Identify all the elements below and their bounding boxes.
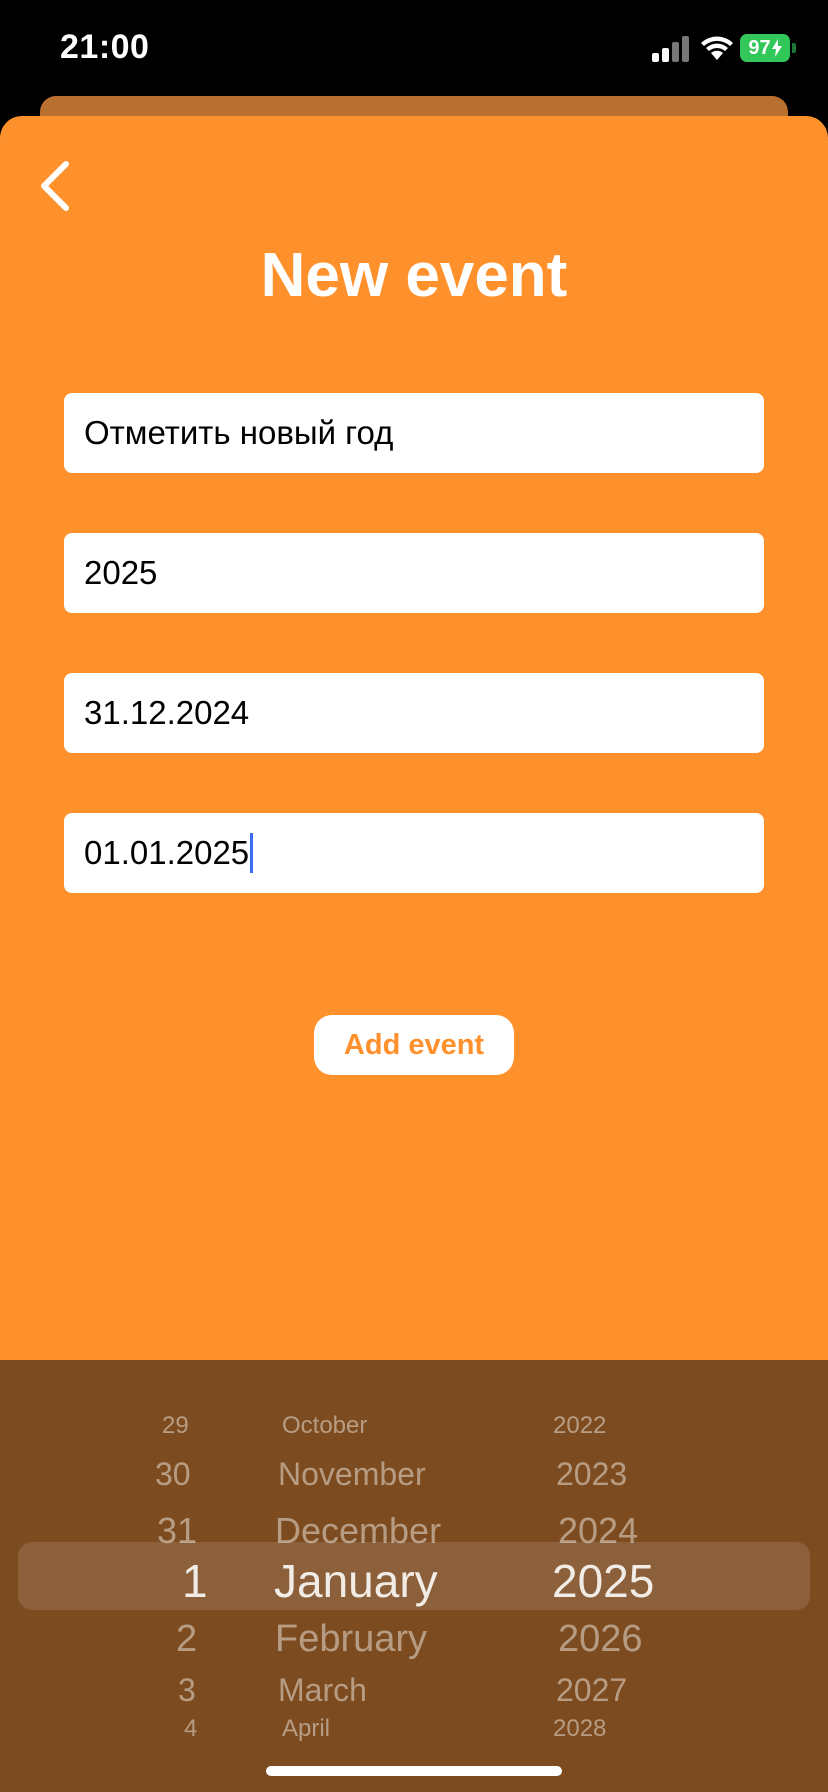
picker-month-option[interactable]: November <box>278 1456 426 1493</box>
picker-day-option[interactable]: 30 <box>155 1456 191 1493</box>
picker-day-option[interactable]: 3 <box>178 1672 196 1709</box>
picker-year-option[interactable]: 2023 <box>556 1456 627 1493</box>
event-name-field[interactable]: Отметить новый год <box>64 393 764 473</box>
picker-month-option[interactable]: April <box>282 1715 330 1743</box>
end-date-value: 01.01.2025 <box>84 834 250 871</box>
start-date-field[interactable]: 31.12.2024 <box>64 673 764 753</box>
screen: 21:00 97 New event Отметить новый год 20… <box>0 0 828 1792</box>
picker-year-option[interactable]: 2022 <box>553 1412 606 1440</box>
battery-indicator: 97 <box>740 34 790 62</box>
event-name-value: Отметить новый год <box>84 414 394 451</box>
status-time: 21:00 <box>60 28 150 66</box>
page-title: New event <box>260 241 568 310</box>
battery-level: 97 <box>748 36 771 59</box>
picker-month-selected[interactable]: January <box>274 1554 438 1608</box>
charging-bolt-icon <box>771 39 782 57</box>
picker-year-selected[interactable]: 2025 <box>552 1554 654 1608</box>
picker-day-option[interactable]: 2 <box>176 1618 197 1661</box>
event-year-value: 2025 <box>84 554 158 591</box>
picker-year-option[interactable]: 2027 <box>556 1672 627 1709</box>
picker-day-option[interactable]: 4 <box>184 1715 197 1743</box>
picker-year-option[interactable]: 2028 <box>553 1715 606 1743</box>
status-bar: 21:00 97 <box>0 0 828 100</box>
picker-day-selected[interactable]: 1 <box>182 1554 208 1608</box>
battery-cap <box>792 43 796 53</box>
back-button[interactable] <box>36 158 76 214</box>
picker-month-option[interactable]: February <box>275 1618 427 1661</box>
wifi-icon <box>701 36 733 60</box>
cellular-signal-icon <box>652 36 689 62</box>
event-year-field[interactable]: 2025 <box>64 533 764 613</box>
picker-day-option[interactable]: 31 <box>157 1510 197 1552</box>
add-event-label: Add event <box>343 1028 485 1061</box>
picker-month-option[interactable]: March <box>278 1672 367 1709</box>
end-date-field[interactable]: 01.01.2025 <box>64 813 764 893</box>
start-date-value: 31.12.2024 <box>84 694 250 731</box>
date-picker[interactable]: 29 30 31 1 2 3 4 October November Decemb… <box>0 1360 828 1792</box>
picker-year-option[interactable]: 2026 <box>558 1618 643 1661</box>
picker-month-option[interactable]: October <box>282 1412 367 1440</box>
picker-day-option[interactable]: 29 <box>162 1412 189 1440</box>
picker-year-option[interactable]: 2024 <box>558 1510 638 1552</box>
text-caret <box>250 833 254 873</box>
chevron-left-icon <box>41 161 69 211</box>
home-indicator[interactable] <box>266 1766 562 1776</box>
picker-month-option[interactable]: December <box>275 1510 441 1552</box>
add-event-button[interactable]: Add event <box>314 1015 514 1075</box>
